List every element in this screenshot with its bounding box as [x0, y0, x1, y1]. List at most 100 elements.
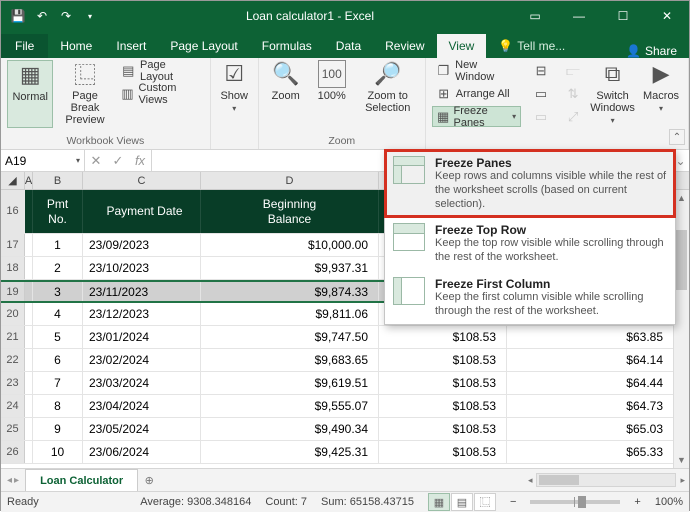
name-box[interactable]: A19 ▾ [1, 150, 85, 171]
cell[interactable]: $108.53 [379, 372, 507, 394]
minimize-icon[interactable]: — [557, 1, 601, 31]
cell[interactable]: $9,874.33 [201, 282, 379, 301]
cell[interactable]: 23/01/2024 [83, 326, 201, 348]
row-header[interactable]: 21 [1, 326, 25, 348]
cell[interactable]: $9,490.34 [201, 418, 379, 440]
save-icon[interactable]: 💾 [7, 5, 29, 27]
cell[interactable]: $63.85 [507, 326, 673, 348]
cell[interactable]: $9,937.31 [201, 257, 379, 279]
cell[interactable]: 7 [33, 372, 83, 394]
hscroll-right-icon[interactable]: ▸ [680, 475, 685, 486]
cell[interactable]: $9,811.06 [201, 303, 379, 325]
unhide-button[interactable]: ▭ [529, 106, 553, 127]
insert-function-icon[interactable]: fx [129, 153, 151, 168]
tab-formulas[interactable]: Formulas [250, 34, 324, 58]
custom-views-button[interactable]: ▥Custom Views [117, 83, 204, 104]
cell[interactable]: $108.53 [379, 326, 507, 348]
view-side-by-side-button[interactable]: ⫍ [561, 60, 585, 81]
freeze-panes-button[interactable]: ▦Freeze Panes ▾ [432, 106, 521, 127]
qat-customize-icon[interactable]: ▾ [79, 5, 101, 27]
cell[interactable]: $9,555.07 [201, 395, 379, 417]
cell[interactable]: 23/02/2024 [83, 349, 201, 371]
tab-insert[interactable]: Insert [104, 34, 158, 58]
cell[interactable]: $9,683.65 [201, 349, 379, 371]
row-header[interactable]: 22 [1, 349, 25, 371]
sheet-tab-active[interactable]: Loan Calculator [25, 469, 138, 491]
cell[interactable]: 23/12/2023 [83, 303, 201, 325]
cell[interactable]: 23/06/2024 [83, 441, 201, 463]
page-break-preview-button[interactable]: ⿺ Page Break Preview [57, 60, 112, 128]
zoom-level[interactable]: 100% [655, 496, 683, 508]
cell[interactable]: $9,619.51 [201, 372, 379, 394]
cell[interactable]: 2 [33, 257, 83, 279]
zoom-to-selection-button[interactable]: 🔎 Zoom to Selection [357, 60, 419, 128]
row-header[interactable]: 23 [1, 372, 25, 394]
col-header-b[interactable]: B [33, 172, 83, 189]
cell[interactable]: 5 [33, 326, 83, 348]
collapse-ribbon-icon[interactable]: ⌃ [669, 129, 685, 145]
view-page-break-icon[interactable]: ⿺ [474, 493, 496, 511]
cell[interactable]: $108.53 [379, 349, 507, 371]
cell[interactable] [25, 395, 33, 417]
macros-button[interactable]: ▶ Macros▾ [640, 60, 682, 128]
cell[interactable]: 1 [33, 234, 83, 256]
cell[interactable]: $65.33 [507, 441, 673, 463]
cell[interactable]: $10,000.00 [201, 234, 379, 256]
cell[interactable]: 23/11/2023 [83, 282, 201, 301]
name-box-dropdown-icon[interactable]: ▾ [76, 156, 80, 165]
cell[interactable]: $64.73 [507, 395, 673, 417]
row-header[interactable]: 26 [1, 441, 25, 463]
cell[interactable] [25, 349, 33, 371]
cell[interactable]: $64.14 [507, 349, 673, 371]
cell[interactable]: $108.53 [379, 395, 507, 417]
cell[interactable]: $64.44 [507, 372, 673, 394]
tab-data[interactable]: Data [324, 34, 373, 58]
cell[interactable] [25, 372, 33, 394]
tab-page-layout[interactable]: Page Layout [158, 34, 249, 58]
row-header[interactable]: 19 [1, 282, 25, 301]
undo-icon[interactable]: ↶ [31, 5, 53, 27]
cell[interactable]: 4 [33, 303, 83, 325]
cell[interactable] [25, 303, 33, 325]
hscroll-left-icon[interactable]: ◂ [528, 475, 533, 486]
scroll-thumb[interactable] [676, 230, 687, 290]
new-window-button[interactable]: ❐New Window [432, 60, 521, 81]
row-header[interactable]: 24 [1, 395, 25, 417]
cell[interactable]: Beginning Balance [201, 190, 379, 233]
cell[interactable]: $65.03 [507, 418, 673, 440]
scroll-up-icon[interactable]: ▲ [674, 190, 689, 206]
cell[interactable] [25, 234, 33, 256]
cell[interactable]: 23/10/2023 [83, 257, 201, 279]
cell[interactable]: 6 [33, 349, 83, 371]
zoom-100-button[interactable]: 100 100% [311, 60, 353, 128]
normal-view-button[interactable]: ▦ Normal [7, 60, 53, 128]
zoom-out-icon[interactable]: − [510, 496, 516, 508]
maximize-icon[interactable]: ☐ [601, 1, 645, 31]
freeze-top-row-option[interactable]: Freeze Top Row Keep the top row visible … [385, 217, 675, 271]
page-layout-view-button[interactable]: ▤Page Layout [117, 60, 204, 81]
cell[interactable] [25, 418, 33, 440]
tab-file[interactable]: File [1, 34, 48, 58]
select-all-corner[interactable]: ◢ [1, 172, 25, 189]
col-header-a[interactable]: A [25, 172, 33, 189]
cell[interactable]: 3 [33, 282, 83, 301]
cell[interactable]: 8 [33, 395, 83, 417]
cell[interactable]: $9,425.31 [201, 441, 379, 463]
ribbon-options-icon[interactable]: ▭ [513, 1, 557, 31]
cell[interactable]: 10 [33, 441, 83, 463]
show-dropdown-button[interactable]: ☑ Show▾ [217, 60, 252, 128]
cell[interactable]: 23/05/2024 [83, 418, 201, 440]
col-header-c[interactable]: C [83, 172, 201, 189]
arrange-all-button[interactable]: ⊞Arrange All [432, 83, 521, 104]
row-header[interactable]: 25 [1, 418, 25, 440]
sheet-nav-first-icon[interactable]: ◂ [7, 475, 12, 486]
new-sheet-button[interactable]: ⊕ [138, 469, 160, 491]
row-header[interactable]: 20 [1, 303, 25, 325]
redo-icon[interactable]: ↷ [55, 5, 77, 27]
row-header[interactable]: 17 [1, 234, 25, 256]
tab-review[interactable]: Review [373, 34, 436, 58]
close-icon[interactable]: ✕ [645, 1, 689, 31]
zoom-slider[interactable] [530, 500, 620, 504]
tell-me-search[interactable]: 💡 Tell me... [486, 34, 577, 58]
accept-formula-icon[interactable]: ✓ [107, 153, 129, 169]
